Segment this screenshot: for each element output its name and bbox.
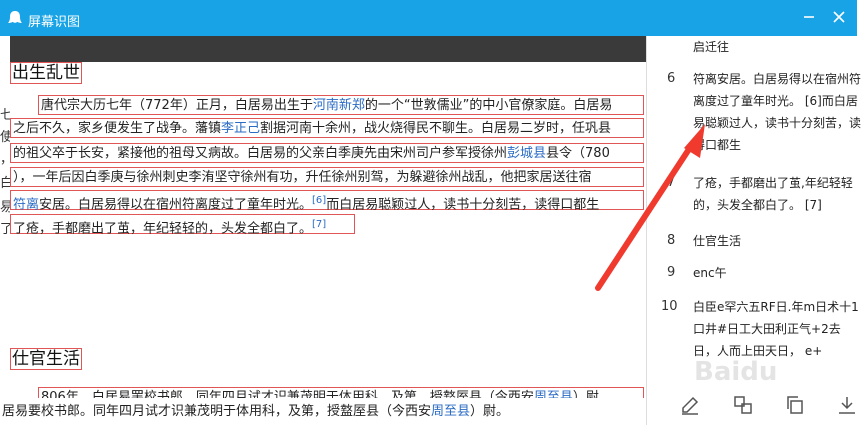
download-icon[interactable]	[836, 394, 858, 416]
text-line-partial: 806年，白居易罢校书郎，同年四月试才识兼茂明于体用科，及第，授盩厔县（今西安周…	[38, 387, 644, 398]
text-line-6: 了疮，手都磨出了茧，年纪轻轻的，头发全都白了。[7]	[10, 214, 355, 236]
capture-dark-band	[10, 36, 646, 62]
window-titlebar[interactable]: 屏幕识图	[0, 0, 857, 36]
translate-icon[interactable]	[732, 394, 754, 416]
result-item-text: 符离安居。白居易得以在宿州符离度过了童年时光。 [6]而白居易聪颖过人，读书十分…	[693, 72, 862, 152]
text-line-2: 之后不久，家乡便发生了战争。藩镇李正己割据河南十余州，战火烧得民不聊生。白居易二…	[10, 118, 644, 138]
text-line-4: ），一年后因白季庚与徐州刺史李洧坚守徐州有功，升任徐州别驾，为躲避徐州战乱，他把…	[10, 167, 644, 187]
result-item-text: enc午	[693, 266, 727, 280]
app-logo-icon	[8, 11, 22, 23]
screenshot-preview: 出生乱世 唐代宗大历七年（772年）正月，白居易出生于河南新郑的一个“世敦儒业”…	[10, 0, 646, 398]
close-icon[interactable]	[832, 10, 846, 24]
result-item-number: 6	[667, 71, 676, 86]
link-zhouzhi[interactable]: 周至县	[431, 404, 470, 419]
result-item-number: 7	[667, 175, 676, 190]
baidu-watermark-logo: Baidu	[694, 357, 777, 387]
minimize-icon[interactable]	[802, 10, 816, 24]
section-heading-career: 仕官生活	[10, 348, 82, 370]
svg-text:Baidu: Baidu	[694, 357, 777, 387]
result-item-number: 9	[667, 265, 676, 280]
panel-toolbar	[647, 386, 867, 425]
window-title: 屏幕识图	[28, 15, 81, 30]
result-item-text: 了疮，手都磨出了茧,年纪轻轻的，头发全都白了。 [7]	[693, 176, 853, 212]
background-article-bottom: 居易要校书郎。同年四月试才识兼茂明于体用科，及第，授盩厔县（今西安周至县）尉。	[0, 397, 646, 425]
result-item-text: 仕官生活	[693, 234, 742, 248]
text-line-1: 唐代宗大历七年（772年）正月，白居易出生于河南新郑的一个“世敦儒业”的中小官僚…	[38, 95, 644, 115]
copy-icon[interactable]	[784, 394, 806, 416]
text-line-3: 的祖父卒于长安，紧接他的祖母又病故。白居易的父亲白季庚先由宋州司户参军授徐州彭城…	[10, 143, 644, 163]
bg-bottom-line: 居易要校书郎。同年四月试才识兼茂明于体用科，及第，授盩厔县（今西安周至县）尉。	[2, 404, 510, 419]
result-item-number: 8	[667, 233, 676, 248]
text-line-5: 符离安居。白居易得以在宿州符离度过了童年时光。[6]而白居易聪颖过人，读书十分刻…	[10, 190, 644, 212]
section-heading-birth: 出生乱世	[10, 62, 82, 84]
edit-icon[interactable]	[679, 394, 701, 416]
result-item-number: 10	[661, 299, 678, 314]
